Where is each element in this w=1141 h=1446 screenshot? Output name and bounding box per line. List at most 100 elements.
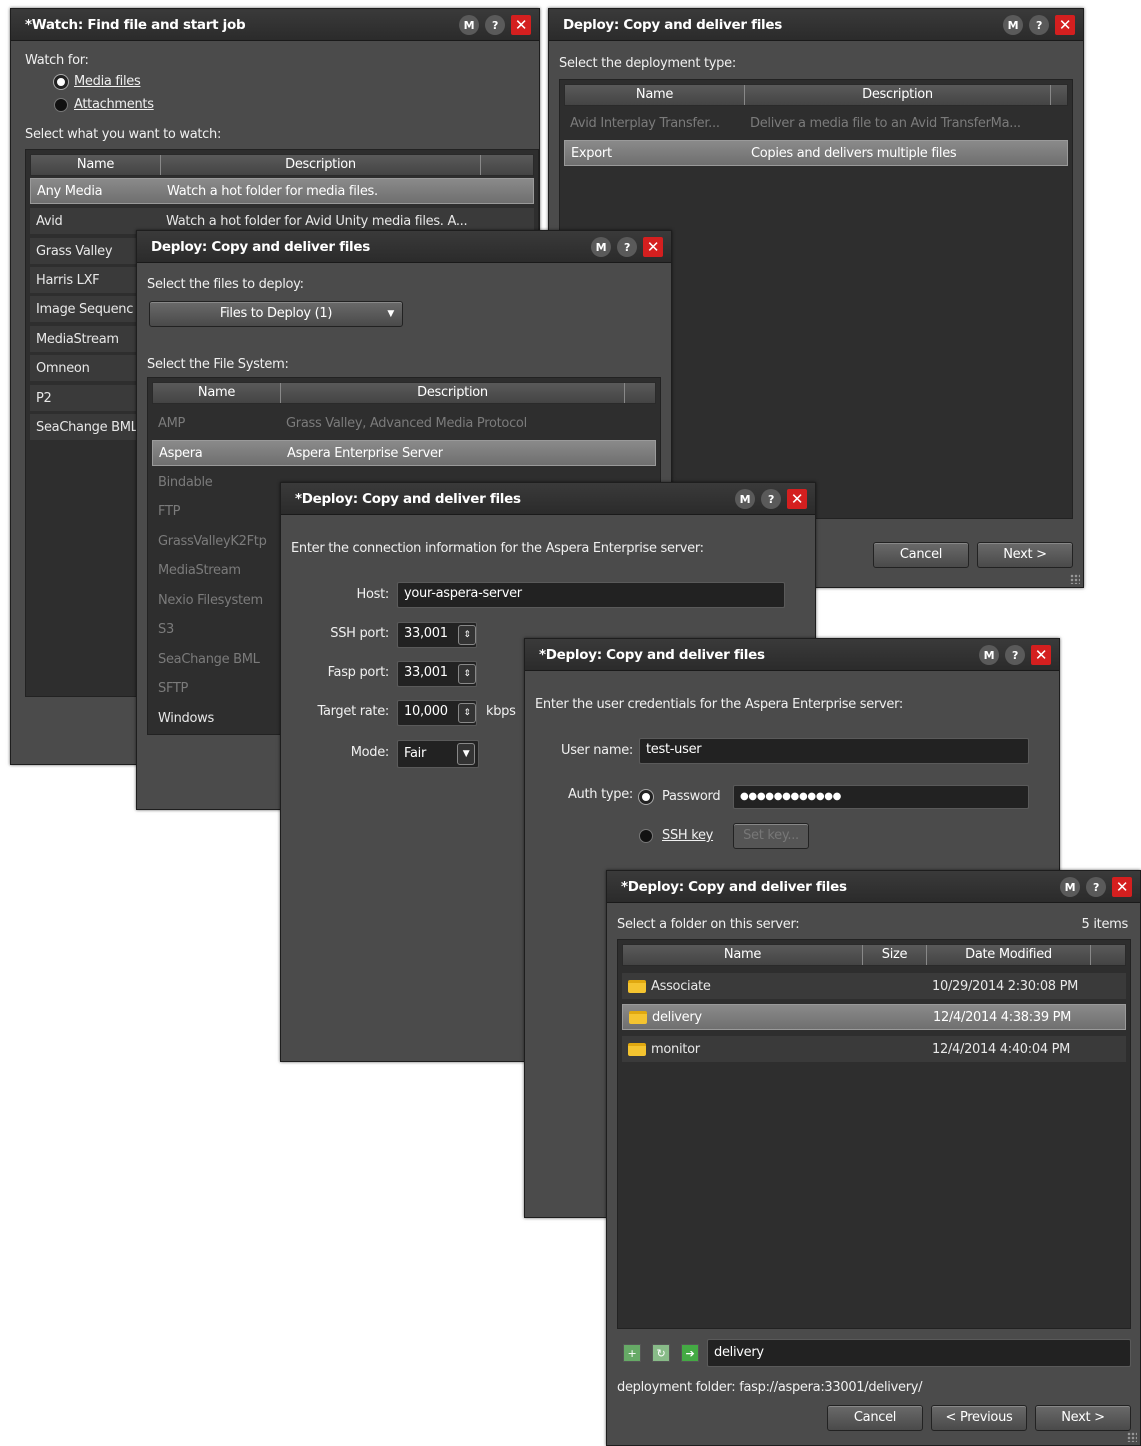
set-key-button[interactable]: Set key... [733, 823, 809, 849]
attachments-label[interactable]: Attachments [74, 97, 154, 112]
select-folder-label: Select a folder on this server: [617, 917, 800, 932]
deployment-folder-text: deployment folder: fasp://aspera:33001/d… [617, 1380, 923, 1395]
title-bar[interactable]: Deploy: Copy and deliver files M ? ✕ [137, 231, 671, 263]
m-button[interactable]: M [591, 237, 611, 257]
col-size-header[interactable]: Size [863, 945, 927, 965]
dropdown-value: Files to Deploy (1) [219, 306, 333, 321]
resize-grip[interactable] [1127, 1432, 1137, 1442]
list-item[interactable]: Associate 10/29/2014 2:30:08 PM [622, 973, 1126, 999]
chevron-down-icon[interactable]: ▼ [457, 743, 475, 765]
password-label[interactable]: Password [662, 789, 721, 804]
attachments-radio[interactable] [54, 98, 68, 112]
close-button[interactable]: ✕ [1055, 15, 1075, 35]
next-button[interactable]: Next > [1035, 1405, 1131, 1431]
close-button[interactable]: ✕ [1112, 877, 1132, 897]
close-button[interactable]: ✕ [643, 237, 663, 257]
list-item[interactable]: delivery 12/4/2014 4:38:39 PM [622, 1004, 1126, 1030]
cancel-button[interactable]: Cancel [827, 1405, 923, 1431]
title-bar[interactable]: *Watch: Find file and start job M ? ✕ [11, 9, 539, 41]
list-header: Name Size Date Modified [622, 944, 1126, 966]
list-item[interactable]: Export Copies and delivers multiple files [564, 140, 1068, 166]
mode-label: Mode: [350, 745, 390, 760]
list-item[interactable]: Any Media Watch a hot folder for media fi… [30, 178, 534, 204]
item-count: 5 items [1081, 917, 1129, 932]
media-files-radio[interactable] [54, 75, 68, 89]
password-field[interactable]: ●●●●●●●●●●●● [733, 785, 1029, 809]
m-button[interactable]: M [1003, 15, 1023, 35]
col-desc-header[interactable]: Description [281, 383, 625, 403]
col-desc-header[interactable]: Description [745, 85, 1051, 105]
col-name-header[interactable]: Name [623, 945, 863, 965]
list-item[interactable]: monitor 12/4/2014 4:40:04 PM [622, 1036, 1126, 1062]
folder-icon [628, 979, 646, 993]
user-name-field[interactable]: test-user [639, 738, 1029, 764]
fasp-port-label: Fasp port: [327, 665, 390, 680]
help-button[interactable]: ? [761, 489, 781, 509]
m-button[interactable]: M [735, 489, 755, 509]
col-name-header[interactable]: Name [31, 155, 161, 175]
close-button[interactable]: ✕ [1031, 645, 1051, 665]
next-button[interactable]: Next > [977, 542, 1073, 568]
refresh-icon[interactable]: ↻ [652, 1344, 670, 1362]
window-title: Deploy: Copy and deliver files [563, 17, 782, 33]
list-item[interactable]: Aspera Aspera Enterprise Server [152, 440, 656, 466]
select-files-label: Select the files to deploy: [147, 277, 304, 292]
close-button[interactable]: ✕ [511, 15, 531, 35]
help-button[interactable]: ? [1029, 15, 1049, 35]
col-date-header[interactable]: Date Modified [927, 945, 1091, 965]
folder-icon [629, 1010, 647, 1024]
help-button[interactable]: ? [1086, 877, 1106, 897]
select-fs-label: Select the File System: [147, 357, 289, 372]
help-button[interactable]: ? [1005, 645, 1025, 665]
user-name-label: User name: [560, 743, 633, 758]
password-radio[interactable] [639, 790, 653, 804]
fasp-port-stepper-icon[interactable]: ⇕ [458, 664, 476, 684]
ssh-port-stepper-icon[interactable]: ⇕ [458, 625, 476, 645]
target-rate-label: Target rate: [317, 704, 389, 719]
title-bar[interactable]: Deploy: Copy and deliver files M ? ✕ [549, 9, 1083, 41]
chevron-down-icon: ▼ [387, 309, 394, 319]
list-item[interactable]: AMP Grass Valley, Advanced Media Protocol [152, 410, 656, 436]
host-field[interactable]: your-aspera-server [397, 582, 785, 608]
previous-button[interactable]: < Previous [931, 1405, 1027, 1431]
folder-list[interactable]: Name Size Date Modified Associate 10/29/… [617, 939, 1131, 1329]
files-to-deploy-dropdown[interactable]: Files to Deploy (1) ▼ [149, 301, 403, 327]
close-button[interactable]: ✕ [787, 489, 807, 509]
list-item[interactable]: Avid Interplay Transfer... Deliver a medi… [564, 110, 1068, 136]
resize-grip[interactable] [1070, 574, 1080, 584]
window-title: *Deploy: Copy and deliver files [621, 879, 847, 895]
ssh-key-label[interactable]: SSH key [662, 828, 713, 843]
help-button[interactable]: ? [617, 237, 637, 257]
rate-unit: kbps [486, 704, 516, 719]
go-icon[interactable]: ➔ [681, 1344, 699, 1362]
title-bar[interactable]: *Deploy: Copy and deliver files M ? ✕ [281, 483, 815, 515]
host-label: Host: [356, 587, 390, 602]
connection-intro: Enter the connection information for the… [291, 541, 704, 556]
list-header: Name Description [564, 84, 1068, 106]
ssh-key-radio[interactable] [639, 829, 653, 843]
window-title: *Deploy: Copy and deliver files [539, 647, 765, 663]
col-name-header[interactable]: Name [565, 85, 745, 105]
path-field[interactable]: delivery [707, 1339, 1131, 1367]
window-title: *Watch: Find file and start job [25, 17, 246, 33]
title-bar[interactable]: *Deploy: Copy and deliver files M ? ✕ [525, 639, 1059, 671]
help-button[interactable]: ? [485, 15, 505, 35]
media-files-label[interactable]: Media files [74, 74, 141, 89]
new-folder-icon[interactable]: + [623, 1344, 641, 1362]
credentials-intro: Enter the user credentials for the Asper… [535, 697, 904, 712]
m-button[interactable]: M [459, 15, 479, 35]
target-rate-stepper-icon[interactable]: ⇕ [458, 703, 476, 723]
ssh-port-label: SSH port: [330, 626, 389, 641]
col-desc-header[interactable]: Description [161, 155, 481, 175]
list-header: Name Description [152, 382, 656, 404]
watch-for-label: Watch for: [25, 53, 89, 68]
folder-icon [628, 1042, 646, 1056]
auth-type-label: Auth type: [567, 787, 633, 802]
m-button[interactable]: M [979, 645, 999, 665]
select-watch-label: Select what you want to watch: [25, 127, 222, 142]
title-bar[interactable]: *Deploy: Copy and deliver files M ? ✕ [607, 871, 1140, 903]
folder-window: *Deploy: Copy and deliver files M ? ✕ Se… [606, 870, 1141, 1446]
col-name-header[interactable]: Name [153, 383, 281, 403]
cancel-button[interactable]: Cancel [873, 542, 969, 568]
m-button[interactable]: M [1060, 877, 1080, 897]
